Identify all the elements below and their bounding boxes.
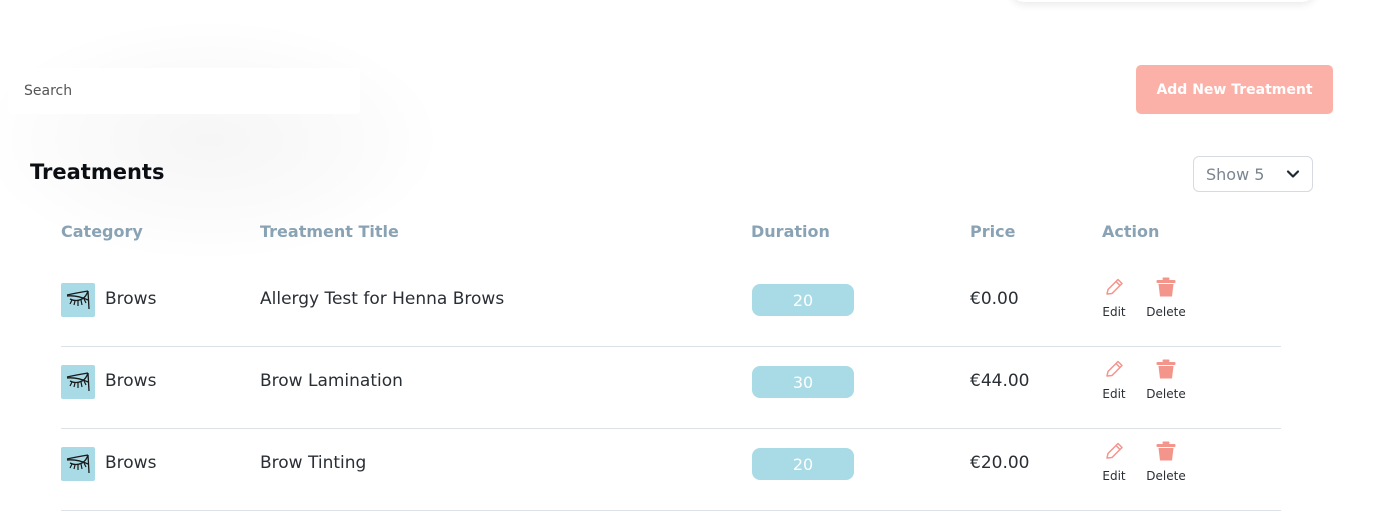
trash-icon: [1155, 359, 1177, 383]
show-count-select[interactable]: Show 5: [1193, 156, 1313, 192]
delete-button[interactable]: Delete: [1145, 441, 1187, 483]
column-header-title: Treatment Title: [260, 222, 399, 241]
duration-badge: 20: [752, 284, 854, 316]
column-header-category: Category: [61, 222, 143, 241]
pencil-icon: [1103, 359, 1125, 383]
edit-label: Edit: [1102, 305, 1126, 319]
edit-label: Edit: [1102, 469, 1126, 483]
treatment-title: Allergy Test for Henna Brows: [260, 289, 505, 309]
edit-label: Edit: [1102, 387, 1126, 401]
edit-button[interactable]: Edit: [1101, 277, 1127, 319]
price-value: €44.00: [970, 371, 1030, 391]
category-label: Brows: [105, 453, 157, 473]
trash-icon: [1155, 277, 1177, 301]
category-label: Brows: [105, 371, 157, 391]
delete-button[interactable]: Delete: [1145, 277, 1187, 319]
column-header-duration: Duration: [751, 222, 830, 241]
delete-label: Delete: [1146, 469, 1186, 483]
delete-label: Delete: [1146, 305, 1186, 319]
add-new-treatment-button[interactable]: Add New Treatment: [1136, 65, 1333, 114]
duration-badge: 20: [752, 448, 854, 480]
show-count-value: Show 5: [1206, 164, 1265, 184]
floating-card-edge: [1010, 0, 1316, 2]
column-header-action: Action: [1102, 222, 1160, 241]
edit-button[interactable]: Edit: [1101, 441, 1127, 483]
trash-icon: [1155, 441, 1177, 465]
column-header-price: Price: [970, 222, 1016, 241]
page-title: Treatments: [30, 160, 165, 184]
price-value: €0.00: [970, 289, 1019, 309]
search-input[interactable]: [8, 68, 360, 114]
pencil-icon: [1103, 441, 1125, 465]
table-row: Brows Brow Lamination 30 €44.00 Edit Del…: [61, 346, 1281, 429]
treatment-title: Brow Tinting: [260, 453, 367, 473]
duration-badge: 30: [752, 366, 854, 398]
price-value: €20.00: [970, 453, 1030, 473]
treatment-title: Brow Lamination: [260, 371, 403, 391]
eye-lash-icon: [61, 365, 95, 399]
delete-label: Delete: [1146, 387, 1186, 401]
edit-button[interactable]: Edit: [1101, 359, 1127, 401]
chevron-down-icon: [1286, 169, 1300, 179]
table-row: Brows Brow Tinting 20 €20.00 Edit Delete: [61, 428, 1281, 511]
table-row: Brows Allergy Test for Henna Brows 20 €0…: [61, 264, 1281, 347]
treatments-page: Add New Treatment Treatments Show 5 Cate…: [0, 0, 1394, 513]
eye-lash-icon: [61, 283, 95, 317]
eye-lash-icon: [61, 447, 95, 481]
pencil-icon: [1103, 277, 1125, 301]
delete-button[interactable]: Delete: [1145, 359, 1187, 401]
category-label: Brows: [105, 289, 157, 309]
